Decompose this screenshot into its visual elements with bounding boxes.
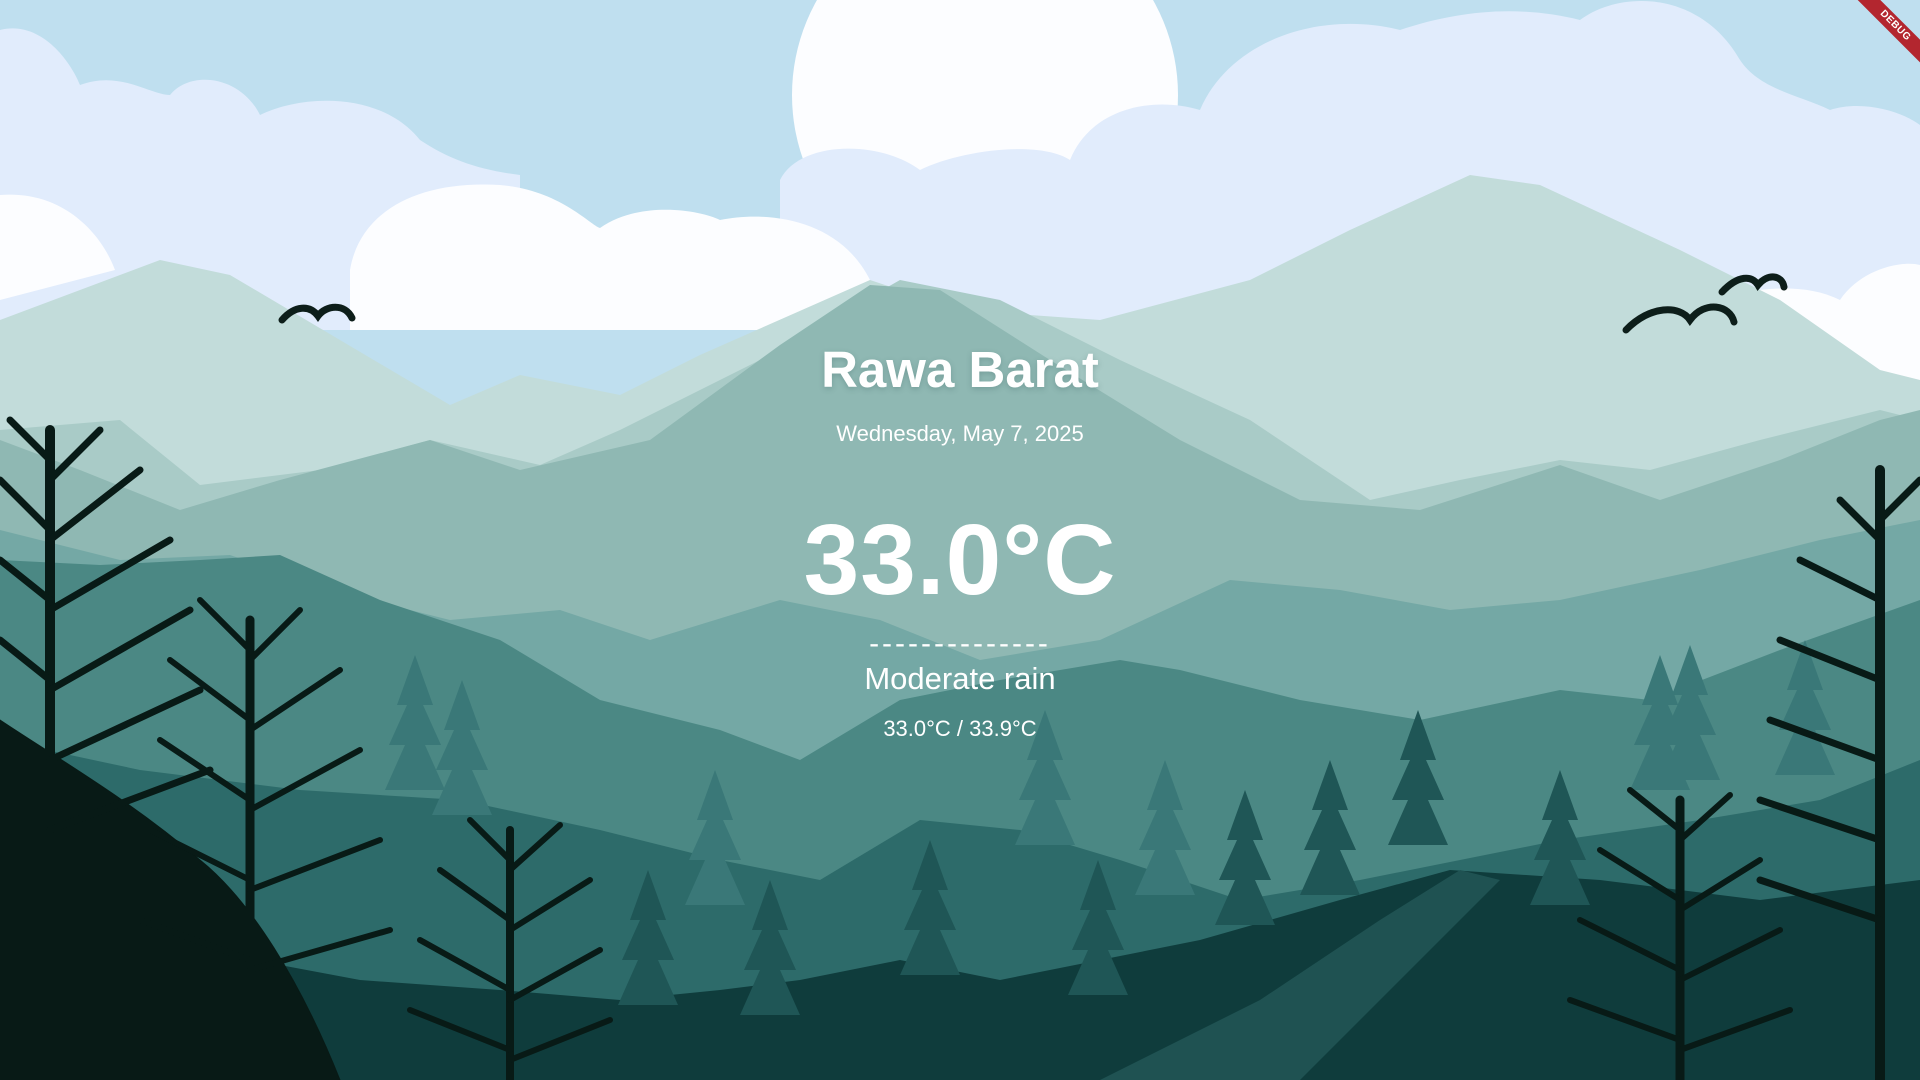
current-temperature: 33.0°C <box>803 504 1117 616</box>
min-max-temperature: 33.0°C / 33.9°C <box>883 716 1037 741</box>
debug-banner-label: DEBUG <box>1850 0 1920 71</box>
city-name: Rawa Barat <box>821 341 1099 398</box>
current-date: Wednesday, May 7, 2025 <box>836 421 1084 446</box>
debug-banner: DEBUG <box>1840 0 1920 80</box>
weather-panel: Rawa Barat Wednesday, May 7, 2025 33.0°C… <box>0 0 1920 1080</box>
weather-app: Rawa Barat Wednesday, May 7, 2025 33.0°C… <box>0 0 1920 1080</box>
weather-condition: Moderate rain <box>864 661 1056 696</box>
